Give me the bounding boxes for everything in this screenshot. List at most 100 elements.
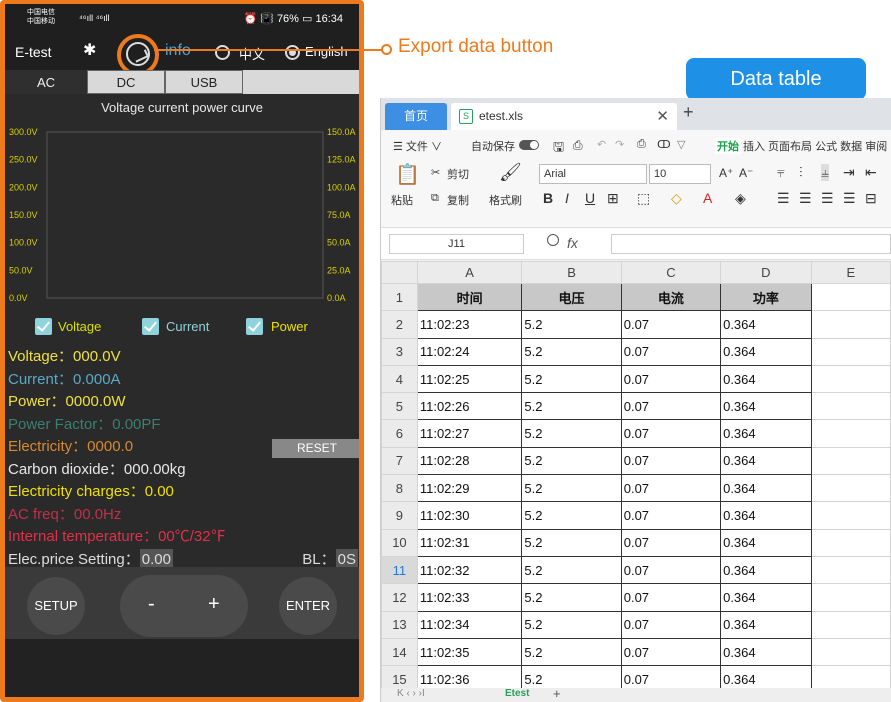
bluetooth-icon[interactable]: ✱ [83,40,96,60]
row-header[interactable]: 14 [381,637,418,667]
table-cell[interactable]: 0.364 [720,555,812,585]
table-cell[interactable] [810,282,891,312]
table-header-cell[interactable]: 电压 [521,282,622,312]
column-header[interactable]: E [810,261,891,284]
align-bottom-icon[interactable]: ⫨ [821,164,829,181]
menu-start[interactable]: 开始 [715,138,741,154]
table-cell[interactable]: 5.2 [521,419,622,448]
table-cell[interactable]: 0.07 [620,419,722,448]
table-cell[interactable]: 5.2 [521,474,622,503]
row-header[interactable]: 11 [381,555,418,585]
row-header[interactable]: 13 [381,610,418,639]
save-icon[interactable]: 🖫 [553,138,564,160]
table-cell[interactable]: 11:02:24 [416,337,523,366]
fx-icon[interactable]: fx [567,235,578,251]
info-button[interactable]: info [165,42,191,60]
font-size-select[interactable]: 10 [649,164,711,184]
table-cell[interactable]: 11:02:31 [416,528,523,557]
table-cell[interactable]: 5.2 [521,501,622,530]
reset-button[interactable]: RESET [272,439,359,458]
table-cell[interactable] [810,610,891,639]
row-header[interactable]: 10 [381,528,418,557]
table-cell[interactable]: 0.07 [620,364,722,394]
table-cell[interactable] [810,310,891,339]
row-header[interactable]: 7 [381,446,418,476]
table-cell[interactable]: 11:02:32 [416,555,523,585]
table-cell[interactable]: 0.364 [720,501,812,530]
table-cell[interactable]: 0.364 [720,610,812,639]
shading-icon[interactable]: ⬚ [637,190,650,207]
table-cell[interactable]: 5.2 [521,583,622,612]
close-tab-icon[interactable]: ✕ [656,103,669,130]
justify-icon[interactable]: ☰ [843,190,856,207]
cut-label[interactable]: 剪切 [447,166,469,182]
table-cell[interactable]: 5.2 [521,637,622,667]
table-cell[interactable] [810,555,891,585]
table-cell[interactable] [810,637,891,667]
table-cell[interactable] [810,419,891,448]
clear-format-icon[interactable]: ◈ [735,190,746,207]
table-cell[interactable]: 5.2 [521,610,622,639]
paste-icon[interactable]: 📋 [395,162,420,187]
table-header-cell[interactable]: 时间 [416,282,523,312]
table-cell[interactable]: 11:02:26 [416,392,523,421]
print-icon[interactable]: ⎙ [637,138,646,151]
file-tab[interactable]: S etest.xls ✕ [451,103,677,130]
table-cell[interactable]: 11:02:29 [416,474,523,503]
zoom-search-icon[interactable] [547,234,559,246]
radio-chinese-icon[interactable] [215,45,230,60]
outdent-icon[interactable]: ⇤ [865,164,877,181]
table-cell[interactable]: 0.364 [720,337,812,366]
align-right-icon[interactable]: ☰ [821,190,834,207]
indent-icon[interactable]: ⇥ [843,164,855,181]
align-left-icon[interactable]: ☰ [777,190,790,207]
table-cell[interactable] [810,583,891,612]
table-cell[interactable]: 0.364 [720,583,812,612]
row-header[interactable]: 5 [381,392,418,421]
format-painter-icon[interactable]: 🖌 [499,162,522,183]
sheet-nav-icons[interactable]: K ‹ › ›I [397,688,425,699]
table-cell[interactable]: 0.07 [620,555,722,585]
print-preview-icon[interactable]: ⎙ [573,138,583,153]
table-cell[interactable]: 0.07 [620,501,722,530]
column-header[interactable]: A [416,261,523,284]
table-cell[interactable]: 0.364 [720,528,812,557]
table-cell[interactable]: 0.364 [720,392,812,421]
table-cell[interactable]: 0.364 [720,419,812,448]
column-header[interactable]: C [620,261,722,284]
row-header[interactable]: 3 [381,337,418,366]
table-cell[interactable] [810,474,891,503]
add-sheet-icon[interactable]: + [553,686,561,701]
row-header[interactable]: 8 [381,474,418,503]
column-header[interactable]: D [720,261,812,284]
row-header[interactable]: 6 [381,419,418,448]
underline-icon[interactable]: U [585,190,595,206]
table-cell[interactable]: 0.07 [620,637,722,667]
table-cell[interactable]: 5.2 [521,310,622,339]
table-cell[interactable]: 0.07 [620,583,722,612]
table-cell[interactable]: 5.2 [521,392,622,421]
table-cell[interactable]: 0.07 [620,392,722,421]
borders-icon[interactable]: ⊞ [607,190,619,207]
table-cell[interactable]: 11:02:23 [416,310,523,339]
minus-button[interactable]: - [148,593,155,616]
autosave-toggle[interactable] [519,140,539,150]
redo-icon[interactable]: ↷ [615,138,624,151]
table-cell[interactable] [810,501,891,530]
copy-icon[interactable]: ⧉ [431,192,439,205]
table-cell[interactable]: 0.364 [720,446,812,476]
table-cell[interactable]: 11:02:33 [416,583,523,612]
table-cell[interactable] [810,337,891,366]
table-cell[interactable] [810,364,891,394]
table-cell[interactable]: 0.364 [720,364,812,394]
radio-english-icon[interactable] [285,45,300,60]
row-header[interactable]: 12 [381,583,418,612]
checkbox-power-icon[interactable] [246,318,263,335]
table-cell[interactable] [810,392,891,421]
copy-label[interactable]: 复制 [447,192,469,208]
table-header-cell[interactable]: 功率 [720,282,812,312]
table-cell[interactable]: 11:02:34 [416,610,523,639]
row-header[interactable]: 4 [381,364,418,394]
table-cell[interactable]: 5.2 [521,364,622,394]
table-cell[interactable]: 5.2 [521,528,622,557]
